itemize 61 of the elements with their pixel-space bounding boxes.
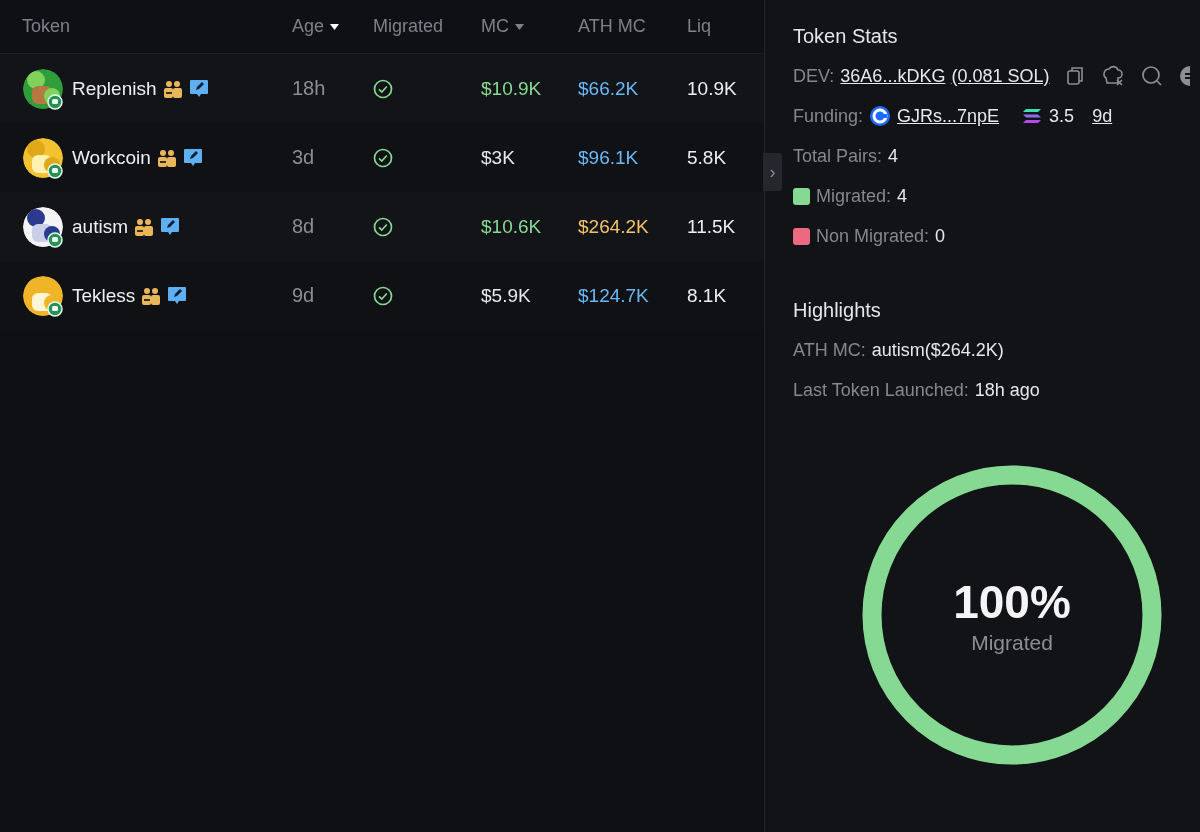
liquidity-text: 5.8K <box>687 146 728 169</box>
column-header: ATH MC <box>578 16 646 37</box>
dev-address-link[interactable]: 36A6...kDKG <box>840 65 946 87</box>
age-text: 9d <box>292 284 316 307</box>
column-header[interactable]: Age <box>292 16 325 37</box>
market-cap-text: $10.6K <box>481 215 543 238</box>
column-header[interactable]: MC <box>481 16 509 37</box>
liquidity-text: 10.9K <box>687 77 738 100</box>
total-pairs-value: 4 <box>888 145 899 167</box>
legend-value: 0 <box>935 225 946 247</box>
section-title: Token Stats <box>793 24 899 48</box>
token-name[interactable]: Workcoin <box>72 146 151 169</box>
column-header: Token <box>22 16 71 37</box>
ring-label: Migrated <box>971 631 1053 655</box>
chef-hat-icon[interactable] <box>1101 65 1126 87</box>
age-text: 18h <box>292 77 327 100</box>
highlight-label: Last Token Launched: <box>793 379 969 401</box>
edit-message-icon <box>188 79 209 98</box>
people-icon <box>141 286 162 305</box>
percent-text: 100% <box>953 575 1071 629</box>
legend-value: 4 <box>897 185 908 207</box>
token-name[interactable]: Tekless <box>72 284 136 307</box>
ath-market-cap-text: $264.2K <box>578 215 650 238</box>
search-icon[interactable] <box>1141 65 1164 87</box>
ath-market-cap-text: $66.2K <box>578 77 640 100</box>
funding-label: Funding: <box>793 105 864 127</box>
highlight-label: ATH MC: <box>793 339 866 361</box>
people-icon <box>162 79 183 98</box>
collapse-toggle[interactable]: › <box>763 153 782 191</box>
dev-label: DEV: <box>793 65 835 87</box>
market-cap-text: $10.9K <box>481 77 543 100</box>
exchange-logo-icon[interactable] <box>869 105 892 127</box>
people-icon <box>133 217 154 236</box>
section-title: Highlights <box>793 298 882 322</box>
market-cap-text: $3K <box>481 146 516 169</box>
age-text: 8d <box>292 215 316 238</box>
ath-market-cap-text: $124.7K <box>578 284 650 307</box>
copy-icon[interactable] <box>1065 65 1086 87</box>
token-name[interactable]: Replenish <box>72 77 157 100</box>
token-name[interactable]: autism <box>72 215 128 238</box>
liquidity-text: 8.1K <box>687 284 728 307</box>
total-pairs-label: Total Pairs: <box>793 145 883 167</box>
edit-message-icon <box>182 148 203 167</box>
column-header: Migrated <box>373 16 444 37</box>
edit-message-icon <box>167 286 188 305</box>
dev-balance-link[interactable]: (0.081 SOL) <box>951 65 1050 87</box>
funding-address-link[interactable]: GJRs...7npE <box>897 105 1000 127</box>
sort-arrow-icon[interactable] <box>330 23 340 30</box>
legend-label: Migrated: <box>816 185 892 207</box>
highlight-value: 18h ago <box>974 379 1040 401</box>
market-cap-text: $5.9K <box>481 284 532 307</box>
liquidity-text: 11.5K <box>687 215 737 238</box>
highlight-value: autism($264.2K) <box>871 339 1004 361</box>
funding-amount: 3.5 <box>1049 105 1075 127</box>
edit-message-icon <box>159 217 180 236</box>
legend-label: Non Migrated: <box>816 225 930 247</box>
age-text: 3d <box>292 146 316 169</box>
people-icon <box>156 148 177 167</box>
column-header: Liq <box>687 16 712 37</box>
ath-market-cap-text: $96.1K <box>578 146 640 169</box>
funding-age-link[interactable]: 9d <box>1092 105 1113 127</box>
